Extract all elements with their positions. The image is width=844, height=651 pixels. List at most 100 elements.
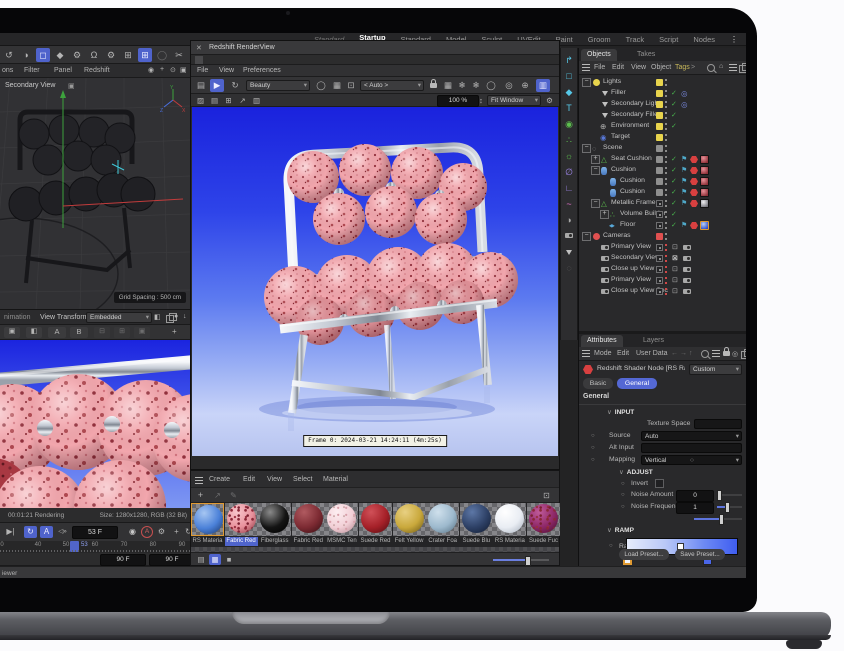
hamburger-icon[interactable] [582,350,590,357]
noise-frequency-field[interactable]: 1 [676,502,714,514]
tree-item-cushion[interactable]: − Cushion ✓ ⚑ [579,165,746,176]
pixel-grid-icon[interactable]: ▦ [330,79,344,92]
cut-tool-icon[interactable]: ✂ [172,48,186,62]
pan-icon[interactable]: + [172,327,177,336]
single-view-icon[interactable]: ■ [223,554,235,565]
material-item[interactable]: Fiberglass [258,503,291,547]
cloner-icon[interactable]: ∴ [562,133,576,147]
render-dots[interactable] [665,244,667,251]
target-tag-icon[interactable]: ◎ [681,100,688,109]
dock-tab-icon[interactable] [195,56,203,64]
tree-item-camera[interactable]: Close up View ⊡ [579,264,746,275]
subdivision-surface-icon[interactable]: ◉ [562,117,576,131]
add-image-icon[interactable]: ⊞ [222,95,235,106]
forward-icon[interactable]: → [680,350,687,357]
compare-a-button[interactable]: A [48,327,66,338]
tree-item-camera[interactable]: Primary View ⊡ [579,275,746,286]
target-tag-icon[interactable]: ◎ [681,89,688,98]
record-icon[interactable]: ◉ [126,526,139,538]
menu-preferences[interactable]: Preferences [243,67,281,74]
range-end-field[interactable]: 90 F [149,554,195,566]
thumbnail-size-slider[interactable] [493,559,549,561]
clear-ab-icon[interactable]: ▣ [134,327,150,338]
visibility-dots[interactable] [665,79,667,86]
rig-tool-icon[interactable]: ⚙ [70,48,84,62]
menu-view[interactable]: View [631,64,646,71]
noise-amount-field[interactable]: 0 [676,490,714,502]
material-item[interactable]: Crater Foa [426,503,459,547]
material-item[interactable]: Suede Red [359,503,392,547]
range-start-field[interactable]: 90 F [100,554,146,566]
lock-icon[interactable] [723,351,730,356]
menu-file[interactable]: File [197,67,208,74]
tab-objects[interactable]: Objects [581,49,617,61]
pop-out-icon[interactable] [741,351,746,359]
next-key-icon[interactable]: ▶| [4,526,17,538]
list-view-icon[interactable]: ▤ [195,554,207,565]
bucket-grid-icon[interactable]: ▦ [441,79,455,92]
material-thumbnail[interactable] [359,503,392,536]
grid-snap-icon[interactable]: ⊞ [121,48,135,62]
axis-modifier-icon[interactable]: ∟ [562,181,576,195]
material-thumbnail[interactable] [325,503,358,536]
tree-item-floor[interactable]: ◆ Floor ✓ ⚑ [579,220,746,231]
hand-icon[interactable]: ◉ [148,66,154,74]
timeline-ruler[interactable]: 0 40 50 60 70 80 90 53 [0,541,190,553]
environment-object-icon[interactable]: ◑ [562,213,576,227]
spline-primitive-icon[interactable]: ∅ [562,165,576,179]
material-thumbnail[interactable] [460,503,493,536]
target-icon[interactable]: ◎ [732,350,738,358]
undo-icon[interactable]: ↺ [2,48,16,62]
noise-amount-slider[interactable] [717,494,742,496]
text-object-icon[interactable]: T [562,101,576,115]
home-icon[interactable]: ⌂ [719,63,723,70]
menu-tags[interactable]: Tags [675,64,690,71]
material-thumbnail[interactable] [527,503,560,536]
generator-icon[interactable]: ☼ [562,149,576,163]
renderview-settings-icon[interactable]: ⚙ [543,95,556,106]
mapping-select[interactable]: Vertical○▾ [641,455,742,465]
sound-icon[interactable]: ◁» [56,526,69,538]
menu-create[interactable]: Create [209,476,230,483]
menu-edit[interactable]: Edit [612,64,624,71]
menu-panel[interactable]: Panel [54,67,72,74]
camera-object-icon[interactable] [562,229,576,243]
region-icon[interactable]: ◯ [484,79,498,92]
menu-edit[interactable]: Edit [243,476,255,483]
cube-tool-icon[interactable]: ◻ [36,48,50,62]
menu-filter[interactable]: Filter [24,67,40,74]
fit-mode-select[interactable]: Fit Window▾ [487,95,541,106]
extra-tool-icon[interactable]: ◌ [562,261,576,275]
tree-item-metallic-frame[interactable]: − △ Metallic Frame ✓ ⚑ [579,198,746,209]
tree-item-light[interactable]: Secondary Filler ✓ [579,110,746,121]
tree-item-camera[interactable]: Primary View ⊡ [579,242,746,253]
menu-edit[interactable]: Edit [617,350,629,357]
group-input[interactable]: ∨INPUT [607,408,634,416]
tree-item-target[interactable]: ◉ Target [579,132,746,143]
quantize-snap-icon[interactable]: ⊞ [138,48,152,62]
tree-item-light[interactable]: Filler ✓ ◎ [579,88,746,99]
export-image-icon[interactable]: ↗ [236,95,249,106]
checker-bg-icon[interactable]: ▨ [194,95,207,106]
menu-object[interactable]: Object [651,64,671,71]
spline-pen-icon[interactable]: ↱ [562,53,576,67]
material-item[interactable]: MSMC Ten [325,503,358,547]
secondary-viewport[interactable]: Y Z X Secondary View ▣ Grid Spacing : 50… [0,78,190,310]
split-view-icon[interactable]: ◧ [154,313,161,321]
layout-tab[interactable]: Groom [588,35,611,44]
material-tag-thumbnail-selected[interactable] [700,221,709,230]
material-item[interactable]: RS Materia [191,503,224,547]
trash-icon[interactable]: ⊡ [540,490,553,501]
cube-primitive-icon[interactable]: ◆ [562,85,576,99]
texture-space-field[interactable] [694,419,742,429]
zoom-level-field[interactable]: 100 % [437,95,479,107]
move-view-icon[interactable]: + [160,66,164,73]
shading-icon[interactable]: ◑ [19,48,33,62]
search-icon[interactable] [707,64,715,72]
pop-out-icon[interactable] [739,65,746,73]
material-thumbnail[interactable] [426,503,459,536]
material-item[interactable]: Fabric Red [225,503,258,547]
copy-ab-icon[interactable]: ⊞ [114,327,130,338]
menu-material[interactable]: Material [323,476,348,483]
record-dot-icon[interactable]: ● [174,313,178,320]
